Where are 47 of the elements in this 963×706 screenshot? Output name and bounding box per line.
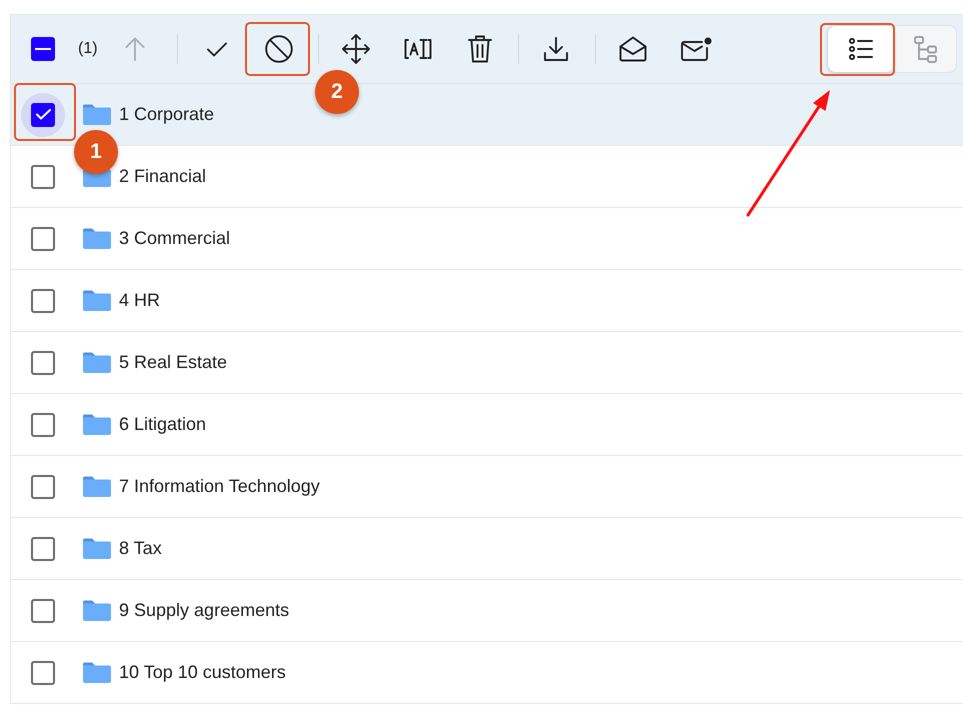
- folder-icon: [83, 352, 111, 373]
- folder-name: 9 Supply agreements: [119, 599, 290, 622]
- folder-icon: [83, 662, 111, 683]
- row-checkbox[interactable]: [31, 350, 55, 374]
- text-cursor-icon: [404, 38, 432, 60]
- row-checkbox[interactable]: [31, 536, 55, 560]
- list-icon: [849, 38, 873, 60]
- folder-name: 2 Financial: [119, 165, 206, 188]
- selection-count: (1): [78, 39, 98, 59]
- folder-name: 3 Commercial: [119, 227, 230, 250]
- row-checkbox[interactable]: [31, 164, 55, 188]
- row-checkbox[interactable]: [31, 598, 55, 622]
- tree-icon: [914, 36, 936, 62]
- folder-icon: [83, 538, 111, 559]
- folder-name: 1 Corporate: [119, 103, 214, 126]
- arrow-up-icon: [125, 37, 145, 61]
- folder-icon: [83, 290, 111, 311]
- envelope-dot-icon: [680, 37, 712, 61]
- trash-icon: [468, 35, 492, 63]
- checkmark-icon: [207, 42, 227, 56]
- list-view-button[interactable]: [828, 26, 894, 72]
- highlight-frame: [245, 22, 310, 76]
- folder-icon: [83, 414, 111, 435]
- move-arrows-icon: [342, 34, 370, 64]
- folder-name: 7 Information Technology: [119, 475, 320, 498]
- folder-name: 4 HR: [119, 289, 160, 312]
- folder-name: 10 Top 10 customers: [119, 661, 286, 684]
- folder-icon: [83, 228, 111, 249]
- row-checkbox[interactable]: [31, 474, 55, 498]
- row-checkbox[interactable]: [31, 660, 55, 684]
- ban-icon: [265, 35, 293, 63]
- highlight-frame: [14, 83, 76, 141]
- row-checkbox[interactable]: [31, 412, 55, 436]
- folder-icon: [83, 600, 111, 621]
- row-checkbox[interactable]: [31, 102, 55, 126]
- row-checkbox[interactable]: [31, 226, 55, 250]
- open-envelope-icon: [619, 36, 647, 62]
- folder-name: 5 Real Estate: [119, 351, 228, 374]
- folder-name: 6 Litigation: [119, 413, 206, 436]
- minus-icon: [35, 48, 51, 50]
- download-icon: [544, 37, 568, 61]
- folder-icon: [83, 104, 111, 125]
- folder-name: 8 Tax: [119, 537, 162, 560]
- select-all-checkbox[interactable]: [31, 37, 55, 61]
- checkmark-icon: [36, 109, 50, 120]
- folder-icon: [83, 476, 111, 497]
- row-checkbox[interactable]: [31, 288, 55, 312]
